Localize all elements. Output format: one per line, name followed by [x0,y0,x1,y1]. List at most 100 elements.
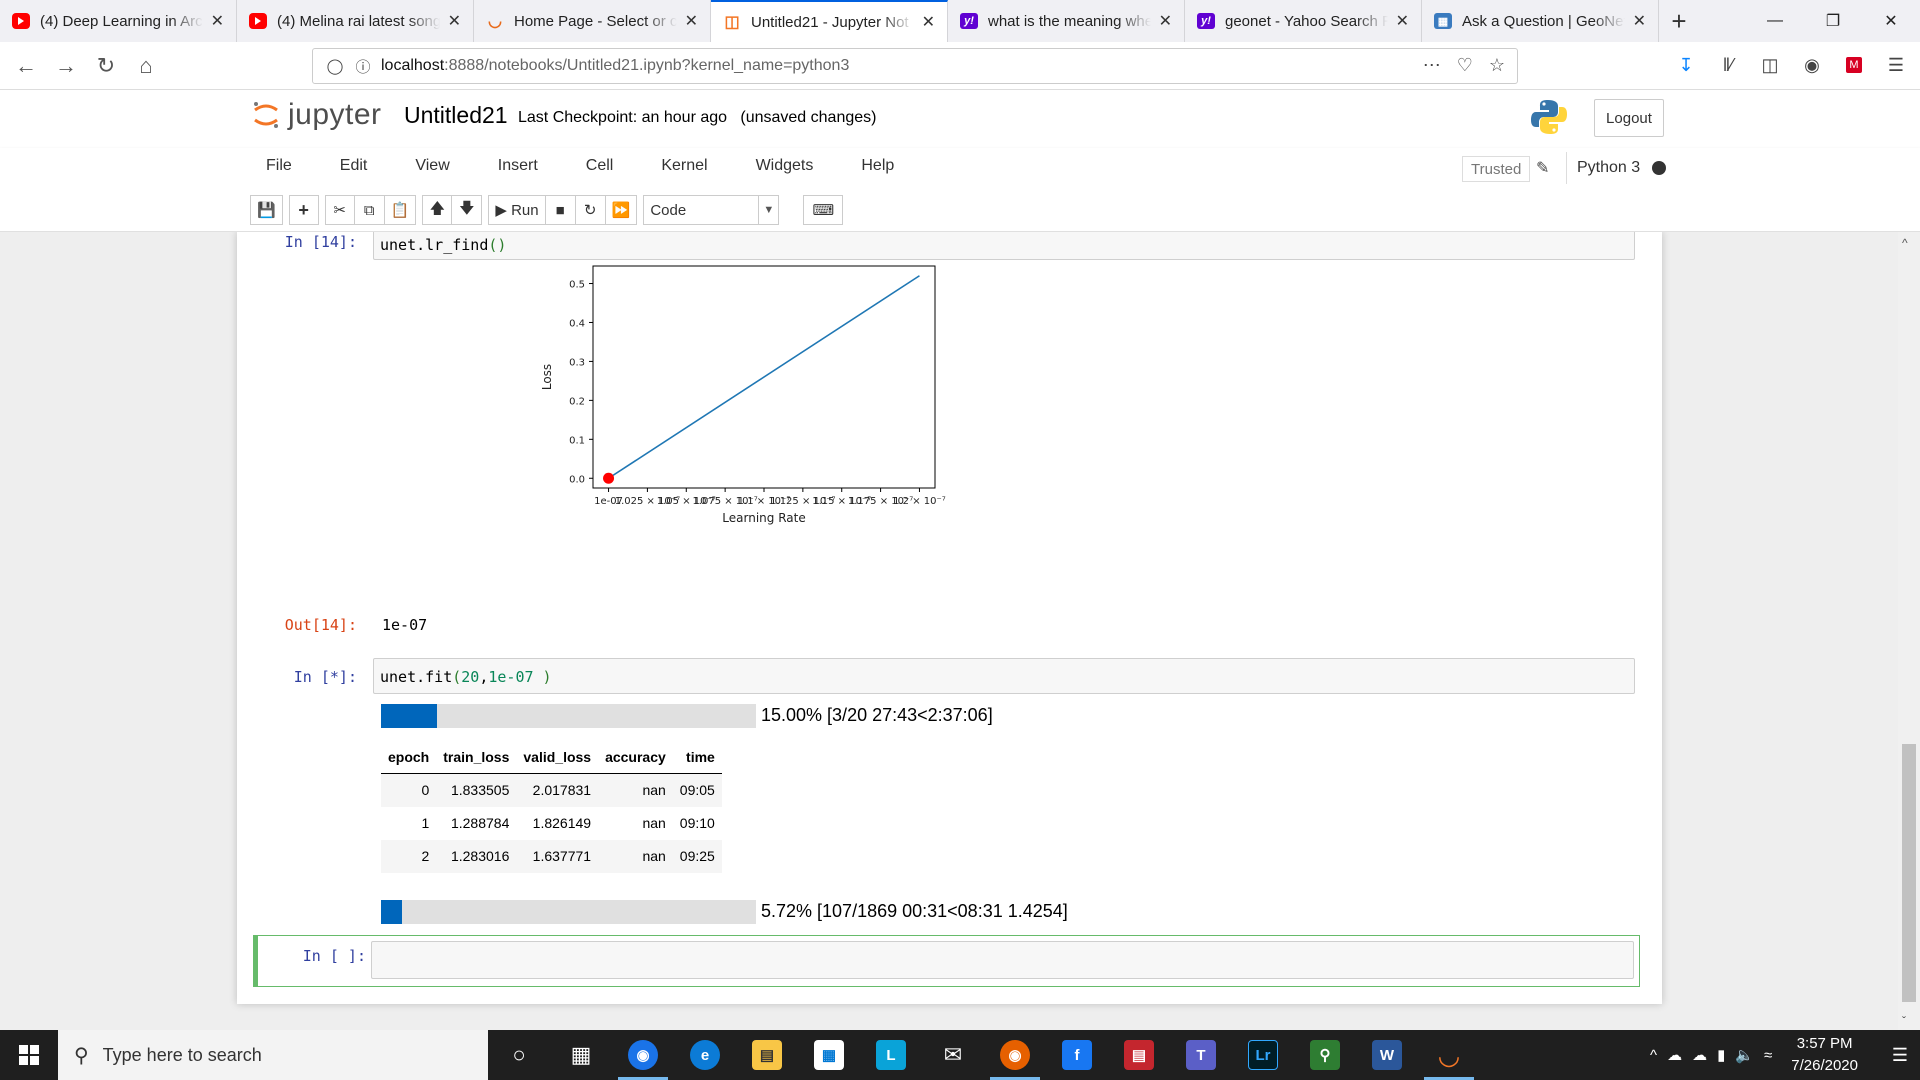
menu-help[interactable]: Help [837,148,918,184]
notification-icon[interactable]: ☰ [1880,1030,1920,1080]
reload-icon[interactable]: ↻ [86,48,126,84]
info-icon[interactable]: ⓘ [353,56,373,77]
code-cell-input[interactable]: unet.lr_find() [373,232,1635,260]
cell-type-select[interactable]: Code ▼ [643,195,780,225]
code-cell-input-empty[interactable] [371,941,1634,979]
save-icon[interactable]: 💾 [250,195,283,225]
code-cell-input-running[interactable]: unet.fit(20,1e-07 ) [373,658,1635,694]
firefox-icon[interactable]: ◉ [984,1030,1046,1080]
close-window-button[interactable]: ✕ [1862,0,1920,42]
browser-tab[interactable]: ◫ Untitled21 - Jupyter Not ✕ [711,0,948,42]
windows-start-icon[interactable] [0,1030,58,1080]
browser-tab-strip: (4) Deep Learning in Arc ✕ (4) Melina rai … [0,0,1920,42]
browser-tab[interactable]: ◡ Home Page - Select or c ✕ [474,0,711,42]
jupyter-logo[interactable]: jupyter [252,98,382,132]
addon-icon[interactable]: M [1840,50,1868,80]
battery-icon[interactable]: ▮ [1717,1046,1725,1064]
tab-title: Untitled21 - Jupyter Not [751,13,909,31]
code-object: unet [380,236,417,254]
lightroom-l-icon[interactable]: L [860,1030,922,1080]
page-scrollbar[interactable]: ^ ˇ [1898,232,1920,1030]
minimize-button[interactable]: — [1746,0,1804,42]
taskbar-clock[interactable]: 3:57 PM 7/26/2020 [1791,1033,1858,1077]
kernel-indicator[interactable]: Python 3 [1566,152,1667,184]
menu-view[interactable]: View [391,148,473,184]
bookmark-star-icon[interactable]: ☆ [1489,55,1505,76]
interrupt-icon[interactable]: ■ [545,195,576,225]
back-icon[interactable]: ← [6,48,46,84]
close-tab-icon[interactable]: ✕ [1159,11,1172,31]
scroll-up-icon[interactable]: ^ [1902,236,1908,250]
news-icon[interactable]: ▤ [1108,1030,1170,1080]
teams-icon[interactable]: T [1170,1030,1232,1080]
fast-forward-icon[interactable]: ⏩ [605,195,638,225]
close-tab-icon[interactable]: ✕ [211,11,224,31]
trusted-indicator[interactable]: Trusted [1462,156,1531,182]
url-bar[interactable]: ◯ ⓘ localhost:8888/notebooks/Untitled21.… [312,48,1518,84]
wifi-icon[interactable]: ≈ [1764,1047,1772,1064]
menu-edit[interactable]: Edit [316,148,392,184]
cortana-icon[interactable]: ○ [488,1030,550,1080]
home-icon[interactable]: ⌂ [126,48,166,84]
menu-widgets[interactable]: Widgets [732,148,838,184]
shield-icon[interactable]: ◯ [325,57,345,75]
logout-button[interactable]: Logout [1594,99,1664,137]
forward-icon[interactable]: → [46,48,86,84]
cell-epoch: 2 [381,839,437,873]
notebook-title[interactable]: Untitled21 [404,102,508,129]
close-tab-icon[interactable]: ✕ [922,12,935,32]
jupyter-taskbar-icon[interactable]: ◡ [1418,1030,1480,1080]
edge-icon[interactable]: e [674,1030,736,1080]
sidebar-icon[interactable]: ◫ [1756,50,1784,80]
task-view-icon[interactable]: ▦ [550,1030,612,1080]
menu-insert[interactable]: Insert [474,148,562,184]
run-button[interactable]: ▶​ Run [488,195,546,225]
scrollbar-thumb[interactable] [1902,744,1916,1002]
browser-tab[interactable]: ▦ Ask a Question | GeoNet ✕ [1422,0,1659,42]
lightroom-icon[interactable]: Lr [1232,1030,1294,1080]
chrome-taskbar-icon[interactable]: ◉ [612,1030,674,1080]
facebook-icon[interactable]: f [1046,1030,1108,1080]
menu-file[interactable]: File [250,148,316,184]
close-tab-icon[interactable]: ✕ [1633,11,1646,31]
selected-empty-cell[interactable]: In [ ]: [253,935,1640,987]
browser-tab[interactable]: y! geonet - Yahoo Search R ✕ [1185,0,1422,42]
pocket-icon[interactable]: ♡ [1457,55,1473,76]
new-tab-button[interactable]: + [1659,0,1699,42]
chevron-up-icon[interactable]: ^ [1650,1047,1657,1064]
cut-icon[interactable]: ✂ [324,195,355,225]
extension-icon[interactable]: ◉ [1798,50,1826,80]
menu-icon[interactable]: ☰ [1882,50,1910,80]
copy-icon[interactable]: ⧉ [354,195,385,225]
browser-tab[interactable]: y! what is the meaning whe ✕ [948,0,1185,42]
volume-icon[interactable]: 🔈 [1735,1046,1754,1064]
close-tab-icon[interactable]: ✕ [1396,11,1409,31]
more-actions-icon[interactable]: ⋯ [1423,55,1441,76]
mail-icon[interactable]: ✉ [922,1030,984,1080]
restart-icon[interactable]: ↻ [575,195,606,225]
library-icon[interactable]: ‖⁄ [1714,50,1742,80]
map-search-icon[interactable]: ⚲ [1294,1030,1356,1080]
onedrive-icon[interactable]: ☁ [1692,1046,1707,1064]
close-tab-icon[interactable]: ✕ [448,11,461,31]
insert-cell-icon[interactable]: + [288,195,319,225]
keyboard-icon[interactable]: ⌨ [803,195,844,225]
youtube-icon [249,13,267,29]
taskbar-search-box[interactable]: ⚲ Type here to search [58,1030,488,1080]
browser-tab[interactable]: (4) Melina rai latest song ✕ [237,0,474,42]
tab-title: what is the meaning whe [988,12,1151,30]
restore-button[interactable]: ❐ [1804,0,1862,42]
move-up-icon[interactable]: 🡅 [422,195,453,225]
browser-tab[interactable]: (4) Deep Learning in Arc ✕ [0,0,237,42]
onedrive-sync-icon[interactable]: ☁ [1667,1046,1682,1064]
downloads-icon[interactable]: ↧ [1672,50,1700,80]
move-down-icon[interactable]: 🡇 [452,195,483,225]
file-explorer-icon[interactable]: ▤ [736,1030,798,1080]
scroll-down-icon[interactable]: ˇ [1902,1014,1906,1028]
menu-kernel[interactable]: Kernel [637,148,731,184]
paste-icon[interactable]: 📋 [384,195,417,225]
word-icon[interactable]: W [1356,1030,1418,1080]
store-icon[interactable]: ▦ [798,1030,860,1080]
close-tab-icon[interactable]: ✕ [685,11,698,31]
menu-cell[interactable]: Cell [562,148,638,184]
